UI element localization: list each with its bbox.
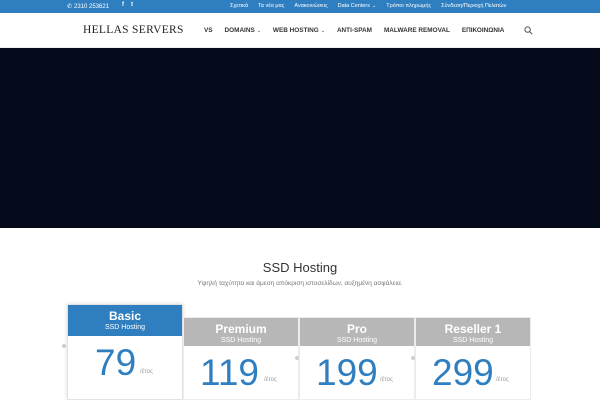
nav-contact[interactable]: ΕΠΙΚΟΙΝΩΝΙΑ — [462, 27, 504, 34]
plan-period: /έτος — [140, 369, 153, 375]
phone-icon: ✆ — [67, 4, 73, 10]
plan-subtitle: SSD Hosting — [104, 324, 146, 331]
plan-subtitle: SSD Hosting — [220, 337, 262, 344]
plan-card-pro[interactable]: Pro SSD Hosting 199 /έτος — [299, 317, 415, 400]
plan-name: Basic — [108, 309, 142, 323]
plan-subtitle: SSD Hosting — [452, 337, 494, 344]
plan-price: 299 — [432, 352, 494, 393]
section-subtitle: Υψηλή ταχύτητα και άμεση απόκριση ιστοσε… — [197, 280, 403, 287]
top-links: Σχετικά Τα νέα μας Ανακοινώσεις Data Cen… — [230, 3, 506, 9]
plan-name: Premium — [215, 322, 267, 336]
nav-web-hosting-label: WEB HOSTING — [272, 27, 319, 34]
toplink-about[interactable]: Σχετικά — [230, 3, 248, 9]
site-logo[interactable]: HELLAS SERVERS — [83, 24, 184, 36]
carousel-dot[interactable] — [411, 356, 415, 360]
plan-header: Basic SSD Hosting — [68, 305, 182, 336]
chevron-down-icon: ⌄ — [256, 28, 261, 34]
plan-header: Pro SSD Hosting — [300, 318, 414, 346]
carousel-dot[interactable] — [62, 344, 66, 348]
search-icon[interactable] — [524, 26, 533, 35]
site-header: HELLAS SERVERS VS DOMAINS ⌄ WEB HOSTING ⌄ … — [0, 13, 600, 48]
plan-price: 79 — [95, 342, 137, 383]
plan-card-premium[interactable]: Premium SSD Hosting 119 /έτος — [183, 317, 299, 400]
nav-domains[interactable]: DOMAINS ⌄ — [225, 27, 261, 34]
plan-header: Reseller 1 SSD Hosting — [416, 318, 530, 346]
nav-web-hosting[interactable]: WEB HOSTING ⌄ — [273, 27, 325, 34]
phone-contact[interactable]: ✆ 2310 253621 — [67, 3, 110, 11]
plan-header: Premium SSD Hosting — [184, 318, 298, 346]
nav-vs[interactable]: VS — [204, 27, 213, 34]
plan-period: /έτος — [380, 377, 393, 383]
plan-card-basic[interactable]: Basic SSD Hosting 79 /έτος — [67, 304, 183, 400]
nav-domains-label: DOMAINS — [224, 27, 255, 34]
toplink-payment-methods[interactable]: Τρόποι πληρωμής — [386, 3, 431, 9]
plan-period: /έτος — [496, 377, 509, 383]
social-links: f t — [122, 2, 133, 8]
plan-price: 199 — [316, 352, 378, 393]
toplink-data-centers[interactable]: Data Centers ⌄ — [338, 3, 377, 9]
toplink-data-centers-label: Data Centers — [337, 3, 371, 9]
chevron-down-icon: ⌄ — [320, 28, 325, 34]
phone-number: 2310 253621 — [74, 3, 110, 10]
plan-card-reseller[interactable]: Reseller 1 SSD Hosting 299 /έτος — [415, 317, 531, 400]
toplink-news[interactable]: Τα νέα μας — [258, 3, 284, 9]
nav-malware-removal[interactable]: MALWARE REMOVAL — [384, 27, 450, 34]
toplink-client-login[interactable]: Σύνδεση/Περιοχή Πελατών — [441, 3, 506, 9]
carousel-dot[interactable] — [295, 356, 299, 360]
top-bar: ✆ 2310 253621 f t Σχετικά Τα νέα μας Ανα… — [0, 0, 600, 13]
plan-subtitle: SSD Hosting — [336, 337, 378, 344]
main-nav: VS DOMAINS ⌄ WEB HOSTING ⌄ ANTI-SPAM MALWA… — [204, 27, 504, 34]
facebook-icon[interactable]: f — [122, 2, 124, 8]
plan-name: Reseller 1 — [444, 322, 502, 336]
section-title: SSD Hosting — [262, 260, 338, 275]
plan-period: /έτος — [264, 377, 277, 383]
plan-price: 119 — [200, 352, 259, 393]
chevron-down-icon: ⌄ — [372, 3, 377, 9]
toplink-announcements[interactable]: Ανακοινώσεις — [294, 3, 327, 9]
twitter-icon[interactable]: t — [131, 2, 133, 8]
hero-banner — [0, 48, 600, 228]
nav-anti-spam[interactable]: ANTI-SPAM — [337, 27, 372, 34]
plan-name: Pro — [346, 322, 367, 336]
